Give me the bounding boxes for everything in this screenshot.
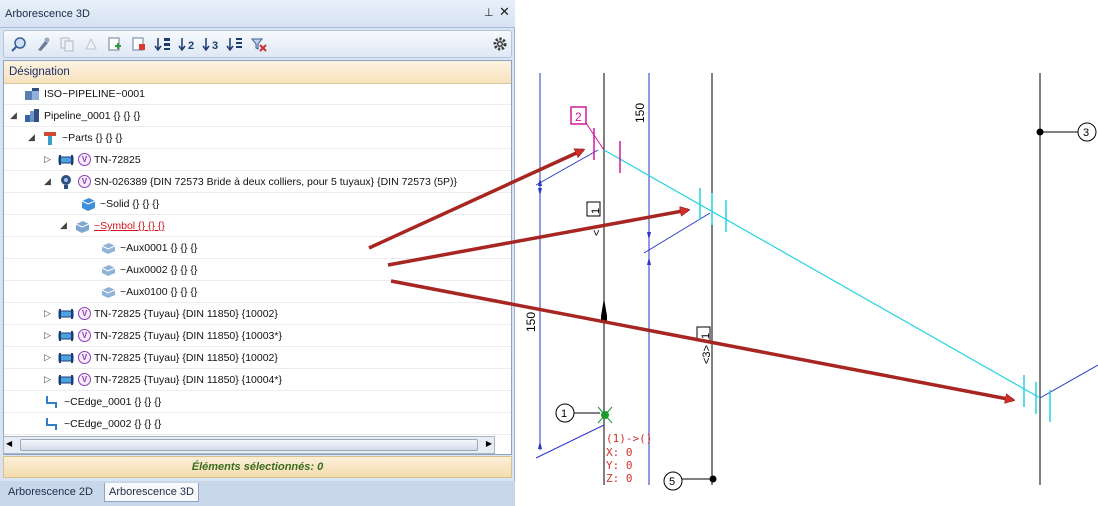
arrow-to-node-3 [390,279,1013,400]
annotation-arrows [368,148,1098,506]
arrow-to-node-2 [368,148,583,250]
